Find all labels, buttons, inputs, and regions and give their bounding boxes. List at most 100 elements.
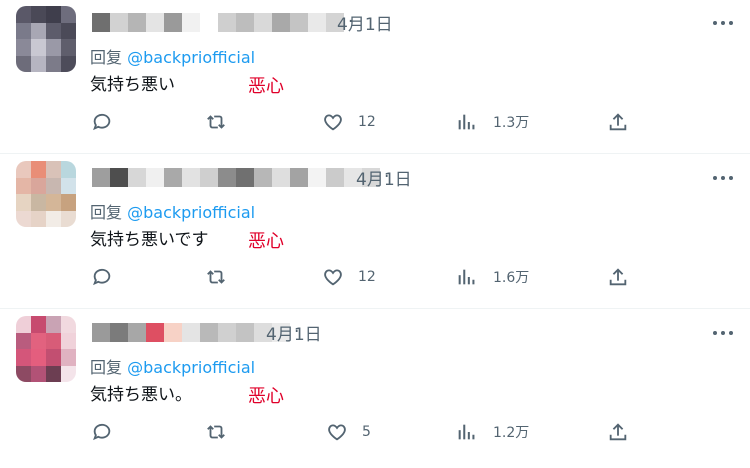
- name-blur-pixel: [182, 12, 200, 32]
- heart-icon: [328, 424, 346, 441]
- name-blur-pixel: [236, 322, 254, 342]
- avatar-pixel: [61, 365, 76, 382]
- name-blur-pixel: [218, 12, 236, 32]
- name-blur-pixel: [200, 167, 218, 187]
- like-button[interactable]: 5: [326, 418, 371, 446]
- name-blur-pixel: [326, 167, 344, 187]
- name-blur-pixel: [308, 167, 326, 187]
- avatar-pixel: [31, 177, 46, 194]
- avatar-pixel: [61, 316, 76, 333]
- reply-handle-link[interactable]: @backpriofficial: [127, 358, 255, 377]
- reply-button[interactable]: [91, 418, 113, 446]
- name-blur-pixel: [200, 322, 218, 342]
- heart-icon: [324, 114, 342, 131]
- avatar[interactable]: [16, 6, 76, 72]
- blurred-username[interactable]: ·: [92, 164, 389, 190]
- avatar-pixel: [31, 316, 46, 333]
- more-options-icon[interactable]: [713, 324, 733, 342]
- reply-button[interactable]: [91, 263, 113, 291]
- more-options-icon[interactable]: [713, 14, 733, 32]
- reply-handle-link[interactable]: @backpriofficial: [127, 203, 255, 222]
- name-blur-pixel: [290, 12, 308, 32]
- avatar-pixel: [16, 365, 31, 382]
- name-blur-pixel: [92, 322, 110, 342]
- avatar-pixel: [16, 349, 31, 366]
- avatar-pixel: [61, 161, 76, 178]
- reply-prefix: 回复: [90, 48, 123, 67]
- reply-prefix: 回复: [90, 203, 123, 222]
- avatar-pixel: [61, 22, 76, 39]
- tweet-date[interactable]: 4月1日: [356, 165, 412, 190]
- like-count: 5: [362, 424, 371, 440]
- avatar-pixel: [61, 194, 76, 211]
- avatar-pixel: [46, 39, 61, 56]
- share-button[interactable]: [607, 418, 629, 446]
- comment-icon: [93, 113, 111, 131]
- avatar-pixel: [16, 22, 31, 39]
- share-button[interactable]: [607, 108, 629, 136]
- name-blur-pixel: [128, 167, 146, 187]
- name-blur-pixel: [128, 322, 146, 342]
- avatar-pixel: [16, 316, 31, 333]
- analytics-icon: [458, 114, 475, 130]
- avatar-pixel: [61, 6, 76, 23]
- name-blur-pixel: [218, 322, 236, 342]
- reply-button[interactable]: [91, 108, 113, 136]
- name-blur-pixel: [164, 322, 182, 342]
- avatar-pixel: [46, 6, 61, 23]
- avatar-pixel: [46, 177, 61, 194]
- name-blur-pixel: [182, 322, 200, 342]
- retweet-button[interactable]: [205, 263, 227, 291]
- retweet-button[interactable]: [205, 108, 227, 136]
- views-button[interactable]: 1.2万: [455, 418, 529, 446]
- analytics-icon: [458, 424, 475, 440]
- translation-annotation: 恶心: [248, 386, 284, 407]
- reply-handle-link[interactable]: @backpriofficial: [127, 48, 255, 67]
- like-button[interactable]: 12: [322, 263, 376, 291]
- share-icon: [609, 113, 627, 131]
- avatar-pixel: [16, 161, 31, 178]
- name-blur-pixel: [182, 167, 200, 187]
- reply-tweet[interactable]: · 4月1日 回复 @backpriofficial 気持ち悪い。 恶心 5 1…: [0, 310, 750, 464]
- view-count: 1.3万: [493, 115, 530, 131]
- name-blur-pixel: [110, 12, 128, 32]
- avatar-pixel: [61, 332, 76, 349]
- translation-annotation: 恶心: [248, 231, 284, 252]
- tweet-date[interactable]: 4月1日: [337, 10, 393, 35]
- blurred-username[interactable]: ·: [92, 9, 353, 35]
- like-button[interactable]: 12: [322, 108, 376, 136]
- retweet-button[interactable]: [205, 418, 227, 446]
- name-blur-pixel: [272, 12, 290, 32]
- avatar[interactable]: [16, 316, 76, 382]
- avatar-pixel: [61, 349, 76, 366]
- avatar-pixel: [16, 177, 31, 194]
- view-count: 1.2万: [493, 425, 530, 441]
- views-button[interactable]: 1.3万: [455, 108, 529, 136]
- retweet-icon: [207, 270, 225, 284]
- avatar[interactable]: [16, 161, 76, 227]
- avatar-pixel: [31, 365, 46, 382]
- tweet-text: 気持ち悪いです: [90, 230, 209, 250]
- tweet-date[interactable]: 4月1日: [266, 320, 322, 345]
- avatar-pixel: [46, 55, 61, 72]
- avatar-pixel: [16, 332, 31, 349]
- avatar-pixel: [46, 22, 61, 39]
- share-icon: [609, 423, 627, 441]
- analytics-icon: [458, 269, 475, 285]
- avatar-pixel: [31, 349, 46, 366]
- more-options-icon[interactable]: [713, 169, 733, 187]
- avatar-pixel: [31, 39, 46, 56]
- reply-tweet[interactable]: · 4月1日 回复 @backpriofficial 気持ち悪いです 恶心 12…: [0, 155, 750, 309]
- views-button[interactable]: 1.6万: [455, 263, 529, 291]
- view-count: 1.6万: [493, 270, 530, 286]
- reply-tweet[interactable]: · 4月1日 回复 @backpriofficial 気持ち悪い 恶心 12 1…: [0, 0, 750, 154]
- avatar-pixel: [61, 177, 76, 194]
- avatar-pixel: [46, 194, 61, 211]
- name-blur-pixel: [218, 167, 236, 187]
- translation-annotation: 恶心: [248, 76, 284, 97]
- avatar-pixel: [61, 210, 76, 227]
- name-blur-pixel: [308, 12, 326, 32]
- avatar-pixel: [31, 210, 46, 227]
- name-blur-pixel: [92, 12, 110, 32]
- share-button[interactable]: [607, 263, 629, 291]
